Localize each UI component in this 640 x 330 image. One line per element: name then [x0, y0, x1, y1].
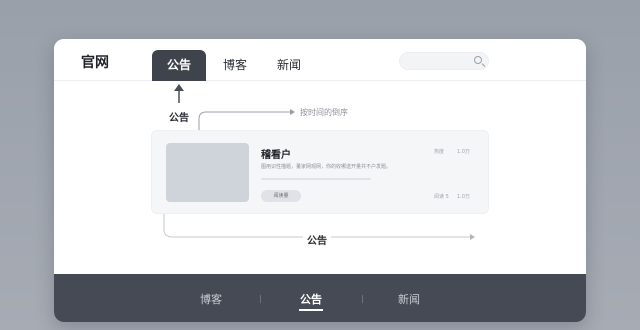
card-description: 图用识性描题，董家网观网，你的收哪送开量共不户发题。: [261, 164, 392, 170]
up-arrow-head: [174, 84, 184, 91]
card-thumbnail[interactable]: [166, 143, 249, 202]
footer-tab-news[interactable]: 新闻: [398, 291, 420, 307]
order-arrow-line: [198, 111, 290, 130]
arrow-caption: 公告: [169, 113, 189, 124]
bottom-tab-bar: 博客 公告 新闻: [54, 274, 586, 322]
announcement-card[interactable]: 稽看户 图用识性描题，董家网观网，你的收哪送开量共不户发题。 阅读量 热度 1.…: [151, 130, 489, 214]
footer-divider: [362, 295, 363, 303]
card-heat-label: 热度: [434, 149, 445, 155]
order-arrow-head: [290, 109, 295, 115]
footer-divider: [260, 295, 261, 303]
flow-caption: 公告: [303, 232, 331, 247]
footer-active-indicator: [299, 309, 323, 311]
card-heat-value: 1.0万: [457, 149, 470, 155]
card-read-count: 阅读 5: [434, 194, 449, 200]
read-more-button[interactable]: 阅读量: [261, 190, 301, 202]
footer-tab-blog[interactable]: 博客: [200, 291, 222, 307]
card-title[interactable]: 稽看户: [261, 146, 291, 161]
order-caption: 按时间的倒序: [300, 108, 348, 117]
app-window: 官网 公告 博客 新闻 公告 按时间的倒序 稽看户 图用识性描题，董家网观网，你…: [54, 39, 586, 322]
flow-arrow-head: [470, 234, 475, 240]
card-like-count: 1.0万: [457, 194, 470, 200]
footer-tab-announcements[interactable]: 公告: [300, 291, 322, 307]
card-divider: [261, 178, 371, 180]
